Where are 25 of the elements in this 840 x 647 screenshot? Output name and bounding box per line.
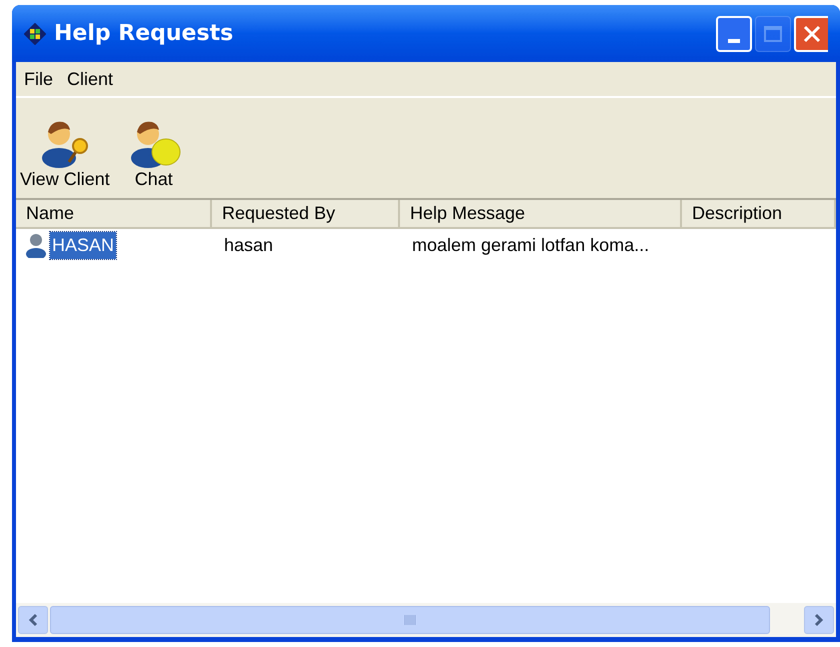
grip-icon bbox=[404, 615, 416, 625]
column-header[interactable]: Name bbox=[16, 200, 212, 229]
toolbar-button[interactable]: Chat bbox=[126, 114, 182, 188]
table-cell-text: hasan bbox=[223, 234, 274, 256]
column-header[interactable]: Description bbox=[682, 200, 836, 229]
table-cell-text: moalem gerami lotfan koma... bbox=[411, 234, 650, 257]
horizontal-scrollbar[interactable] bbox=[16, 603, 836, 637]
user-icon bbox=[24, 232, 48, 258]
scroll-right-button[interactable] bbox=[804, 606, 834, 634]
chevron-left-icon bbox=[28, 613, 38, 627]
column-header[interactable]: Help Message bbox=[400, 200, 682, 229]
close-button[interactable] bbox=[794, 16, 828, 52]
scroll-thumb[interactable] bbox=[50, 606, 770, 634]
chevron-right-icon bbox=[814, 613, 824, 627]
scroll-left-button[interactable] bbox=[18, 606, 48, 634]
minimize-button[interactable] bbox=[716, 16, 752, 52]
menu-item[interactable]: Client bbox=[65, 66, 116, 92]
table-row[interactable]: HASAN hasan moalem gerami lotfan koma... bbox=[16, 229, 836, 261]
table-cell: HASAN bbox=[50, 232, 116, 258]
window-title: Help Requests bbox=[54, 20, 234, 48]
menu-item[interactable]: File bbox=[22, 66, 56, 92]
maximize-button[interactable] bbox=[755, 16, 791, 52]
close-icon bbox=[803, 24, 821, 42]
column-header[interactable]: Requested By bbox=[212, 200, 400, 229]
toolbar-button[interactable]: View Client bbox=[20, 114, 110, 188]
